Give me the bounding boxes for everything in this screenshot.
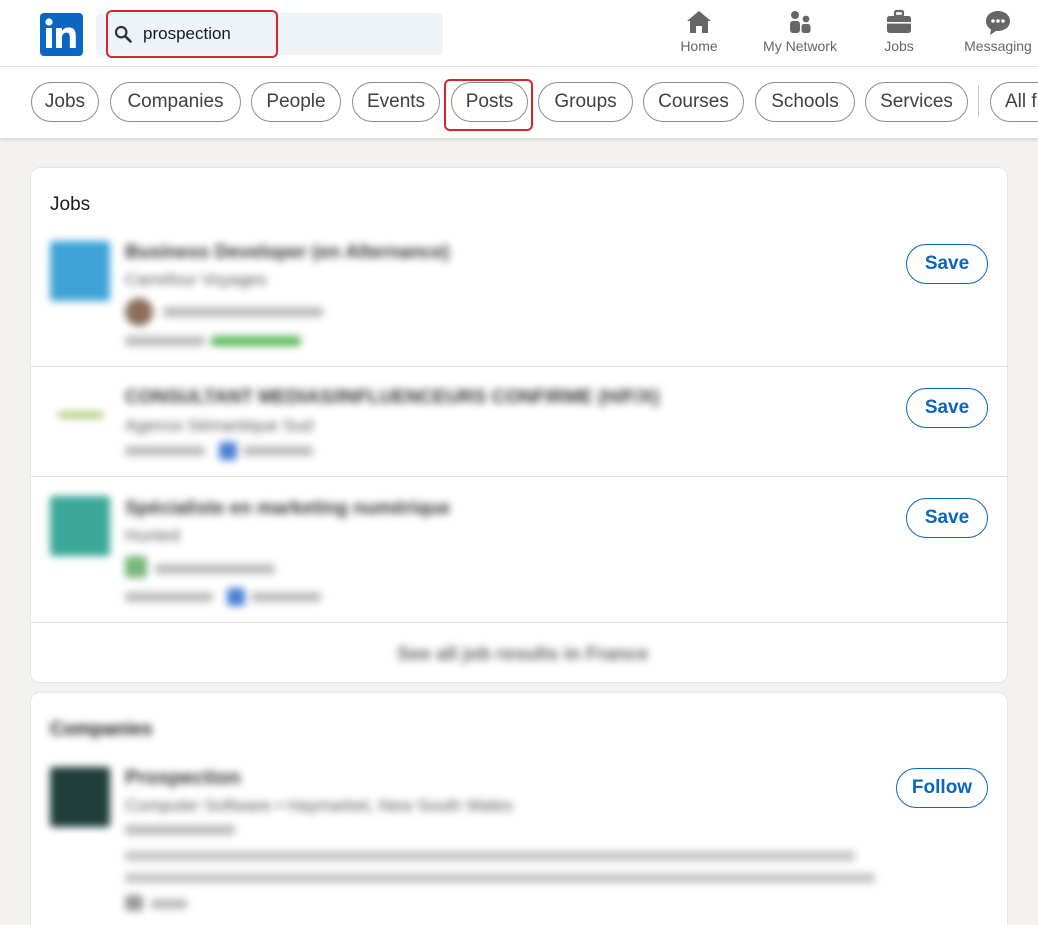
job-title[interactable]: CONSULTANT MEDIAS/INFLUENCEURS CONFIRME … <box>125 387 659 409</box>
nav-my-network-label: My Network <box>763 38 837 54</box>
company-followers <box>125 825 235 835</box>
company-logo[interactable] <box>50 767 110 827</box>
filter-events[interactable]: Events <box>352 82 440 122</box>
easy-apply-label <box>251 592 321 602</box>
row-divider <box>31 622 1009 623</box>
jobs-results-card: Jobs Business Developer (en Alternance) … <box>30 167 1009 683</box>
company-summary-line-1 <box>125 851 855 861</box>
see-all-jobs-link[interactable]: See all job results in France <box>397 644 648 666</box>
job-posted-time <box>125 592 213 602</box>
nav-home[interactable]: Home <box>673 8 725 62</box>
messaging-icon <box>986 11 1010 35</box>
job-posted-time <box>125 336 205 346</box>
briefcase-icon <box>887 9 911 33</box>
school-icon <box>125 556 147 578</box>
nav-messaging-label: Messaging <box>964 38 1032 54</box>
save-job-button[interactable]: Save <box>906 244 988 284</box>
posts-highlight-box <box>444 79 533 131</box>
job-insight <box>155 564 275 574</box>
job-company-logo[interactable] <box>50 496 110 556</box>
filter-schools[interactable]: Schools <box>755 82 855 122</box>
network-icon <box>790 11 811 33</box>
job-company-logo[interactable] <box>50 241 110 301</box>
company-name[interactable]: Prospection <box>125 767 241 790</box>
filter-jobs[interactable]: Jobs <box>31 82 99 122</box>
companies-results-card: Companies Prospection Computer Software … <box>30 692 1008 925</box>
save-job-button[interactable]: Save <box>906 498 988 538</box>
job-company: Agence Sémantique Sud <box>125 416 314 435</box>
jobs-section-title: Jobs <box>50 194 91 215</box>
filter-divider <box>978 85 979 117</box>
filter-services[interactable]: Services <box>865 82 968 122</box>
company-details: Computer Software • Haymarket, New South… <box>125 796 513 815</box>
job-title[interactable]: Spécialiste en marketing numérique <box>125 498 450 520</box>
nav-messaging[interactable]: Messaging <box>958 8 1038 62</box>
company-connection-icon <box>125 895 143 911</box>
top-navigation-bar: prospection Home My Network Jobs Messagi… <box>0 0 1038 67</box>
filter-groups[interactable]: Groups <box>538 82 633 122</box>
nav-jobs-label: Jobs <box>884 38 914 54</box>
easy-apply-icon <box>219 442 237 460</box>
row-divider <box>31 366 1009 367</box>
home-icon <box>687 11 711 33</box>
nav-home-label: Home <box>680 38 718 54</box>
filter-companies[interactable]: Companies <box>110 82 241 122</box>
job-company-logo[interactable] <box>50 386 110 446</box>
search-highlight-box <box>106 10 278 58</box>
company-connection-count <box>151 899 187 909</box>
connection-avatar <box>125 298 153 326</box>
companies-section-title: Companies <box>50 719 153 740</box>
job-insight <box>163 307 323 317</box>
job-applicants <box>211 336 301 346</box>
company-summary-line-2 <box>125 873 875 883</box>
easy-apply-icon <box>227 588 245 606</box>
row-divider <box>31 476 1009 477</box>
job-title[interactable]: Business Developer (en Alternance) <box>125 242 450 264</box>
job-company: Hunted <box>125 526 180 545</box>
easy-apply-label <box>243 446 313 456</box>
save-job-button[interactable]: Save <box>906 388 988 428</box>
job-posted-time <box>125 446 205 456</box>
linkedin-logo[interactable] <box>40 13 83 56</box>
nav-my-network[interactable]: My Network <box>755 8 845 62</box>
filter-all-filters[interactable]: All f <box>990 82 1038 122</box>
nav-jobs[interactable]: Jobs <box>876 8 922 62</box>
filter-people[interactable]: People <box>251 82 341 122</box>
job-company: Carrefour Voyages <box>125 270 267 289</box>
filter-courses[interactable]: Courses <box>643 82 744 122</box>
follow-company-button[interactable]: Follow <box>896 768 988 808</box>
